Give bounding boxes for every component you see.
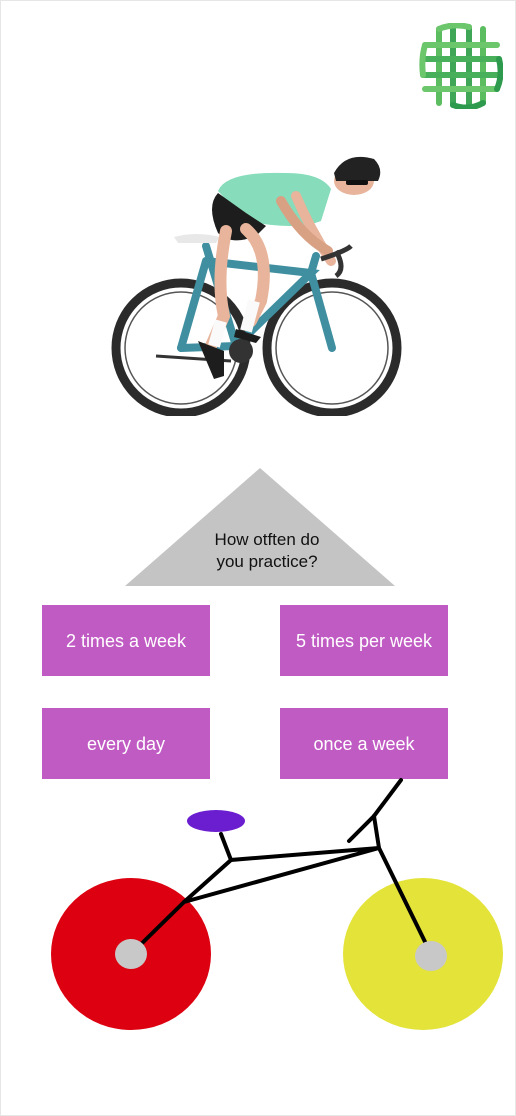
answer-button-once-a-week[interactable]: once a week (280, 708, 448, 779)
answer-label: once a week (313, 733, 415, 754)
answer-label: 2 times a week (65, 630, 187, 651)
question-line-2: you practice? (216, 552, 318, 571)
rear-hub (115, 939, 147, 969)
question-text: How otften do you practice? (125, 529, 395, 573)
answer-button-5-times-per-week[interactable]: 5 times per week (280, 605, 448, 676)
answer-label: every day (86, 733, 166, 754)
screen-frame: How otften do you practice? 2 times a we… (0, 0, 516, 1116)
question-card: How otften do you practice? (125, 468, 395, 586)
lattice-logo-icon (419, 22, 504, 111)
answer-button-2-times-a-week[interactable]: 2 times a week (42, 605, 210, 676)
simple-bicycle-drawing (49, 776, 505, 1036)
answer-button-every-day[interactable]: every day (42, 708, 210, 779)
saddle (187, 810, 245, 832)
answer-label: 5 times per week (295, 630, 433, 651)
question-line-1: How otften do (214, 530, 320, 549)
front-hub (415, 941, 447, 971)
cyclist-illustration (106, 151, 406, 418)
